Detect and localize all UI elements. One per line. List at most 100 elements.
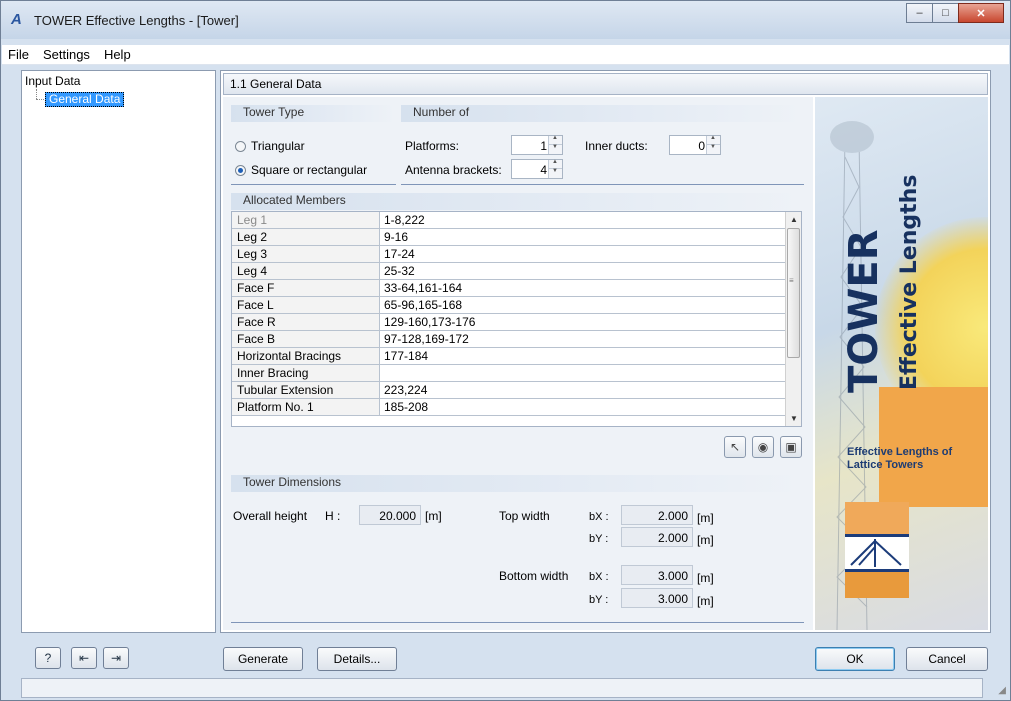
inner-ducts-spinner[interactable]: 0 [669,135,721,155]
radio-square[interactable] [235,165,246,176]
bottom-bx-label: bX : [589,571,609,583]
form-area: Tower Type Triangular Square or rectangu… [223,97,813,630]
spinner-arrows[interactable] [706,135,720,154]
table-row[interactable]: Platform No. 1 185-208 [232,399,786,416]
member-name: Leg 1 [232,212,380,228]
scroll-grip-icon: ≡ [789,276,794,285]
member-name: Horizontal Bracings [232,348,380,364]
member-list[interactable]: 97-128,169-172 [384,331,469,347]
member-name: Leg 3 [232,246,380,262]
radio-square-label[interactable]: Square or rectangular [251,163,367,177]
menu-file[interactable]: File [2,47,37,62]
member-name: Leg 2 [232,229,380,245]
app-window: A TOWER Effective Lengths - [Tower] – □ … [0,0,1011,701]
import-button[interactable]: ⇤ [71,647,97,669]
table-row[interactable]: Face B 97-128,169-172 [232,331,786,348]
table-scrollbar[interactable]: ▲ ≡ ▼ [785,212,801,426]
platforms-spinner[interactable]: 1 [511,135,563,155]
member-list[interactable]: 129-160,173-176 [384,314,475,330]
table-row[interactable]: Leg 3 17-24 [232,246,786,263]
overall-height-field[interactable]: 20.000 [359,505,421,525]
spinner-arrows[interactable] [548,135,562,154]
close-button[interactable]: ✕ [958,3,1004,23]
table-row[interactable]: Leg 4 25-32 [232,263,786,280]
member-name: Face F [232,280,380,296]
tower-type-title: Tower Type [231,105,396,122]
unit-label: [m] [697,571,714,585]
tree-item-general-data[interactable]: General Data [45,92,125,107]
ok-button[interactable]: OK [815,647,895,671]
menu-help[interactable]: Help [98,47,139,62]
cursor-pick-icon: ↖ [729,440,741,454]
member-list[interactable]: 33-64,161-164 [384,280,462,296]
top-by-field[interactable]: 2.000 [621,527,693,547]
main-panel: 1.1 General Data Tower Type Triangular S… [220,70,991,633]
unit-label: [m] [425,509,442,523]
table-row[interactable]: Inner Bracing [232,365,786,382]
number-of-title: Number of [401,105,804,122]
view-button[interactable]: ◉ [752,436,774,458]
top-by-value: 2.000 [657,531,688,545]
radio-triangular[interactable] [235,141,246,152]
unit-label: [m] [697,533,714,547]
tower-logo-icon [850,539,902,567]
member-list[interactable]: 223,224 [384,382,427,398]
table-row[interactable]: Horizontal Bracings 177-184 [232,348,786,365]
number-of-group: Number of Platforms: 1 Inner ducts: 0 An… [401,105,804,185]
status-bar [21,678,983,698]
overall-height-value: 20.000 [379,509,416,523]
table-row[interactable]: Face R 129-160,173-176 [232,314,786,331]
table-row[interactable]: Tubular Extension 223,224 [232,382,786,399]
member-list[interactable]: 9-16 [384,229,408,245]
tree-item-input-data[interactable]: Input Data [25,74,80,88]
top-by-label: bY : [589,533,609,545]
table-row[interactable]: Face F 33-64,161-164 [232,280,786,297]
height-symbol: H : [325,509,341,523]
unit-label: [m] [697,511,714,525]
platforms-label: Platforms: [405,139,460,153]
select-graphic-button[interactable]: ▣ [780,436,802,458]
table-row[interactable]: Face L 65-96,165-168 [232,297,786,314]
member-name: Platform No. 1 [232,399,380,415]
tower-dimensions-title: Tower Dimensions [231,475,804,492]
member-list[interactable]: 65-96,165-168 [384,297,462,313]
member-list[interactable]: 1-8,222 [384,212,425,228]
member-list[interactable]: 25-32 [384,263,415,279]
eye-icon: ◉ [757,440,769,454]
member-list[interactable]: 185-208 [384,399,428,415]
select-pick-button[interactable]: ↖ [724,436,746,458]
bottom-by-field[interactable]: 3.000 [621,588,693,608]
member-name: Inner Bracing [232,365,380,381]
table-row[interactable]: Leg 2 9-16 [232,229,786,246]
cancel-button[interactable]: Cancel [906,647,988,671]
top-bx-value: 2.000 [657,509,688,523]
bottom-bx-field[interactable]: 3.000 [621,565,693,585]
inner-ducts-value: 0 [698,139,705,153]
resize-grip-icon[interactable]: ◢ [998,685,1006,696]
maximize-button[interactable]: □ [932,3,959,23]
platforms-value: 1 [540,139,547,153]
scroll-thumb[interactable] [787,228,800,358]
banner-title: TOWER [841,229,887,393]
menu-settings[interactable]: Settings [37,47,98,62]
title-bar: A TOWER Effective Lengths - [Tower] – □ … [1,1,1010,39]
minimize-button[interactable]: – [906,3,933,23]
allocated-members-title: Allocated Members [231,193,804,210]
top-bx-field[interactable]: 2.000 [621,505,693,525]
member-list[interactable]: 177-184 [384,348,428,364]
member-list[interactable]: 17-24 [384,246,415,262]
details-button[interactable]: Details... [317,647,397,671]
top-width-label: Top width [499,509,550,523]
bottom-by-value: 3.000 [657,592,688,606]
window-title: TOWER Effective Lengths - [Tower] [34,13,239,28]
help-button[interactable]: ? [35,647,61,669]
generate-button[interactable]: Generate [223,647,303,671]
radio-triangular-label[interactable]: Triangular [251,139,305,153]
antenna-spinner[interactable]: 4 [511,159,563,179]
scroll-down-icon[interactable]: ▼ [790,414,798,423]
scroll-up-icon[interactable]: ▲ [790,215,798,224]
table-row[interactable]: Leg 1 1-8,222 [232,212,786,229]
export-button[interactable]: ⇥ [103,647,129,669]
spinner-arrows[interactable] [548,159,562,178]
member-name: Face B [232,331,380,347]
